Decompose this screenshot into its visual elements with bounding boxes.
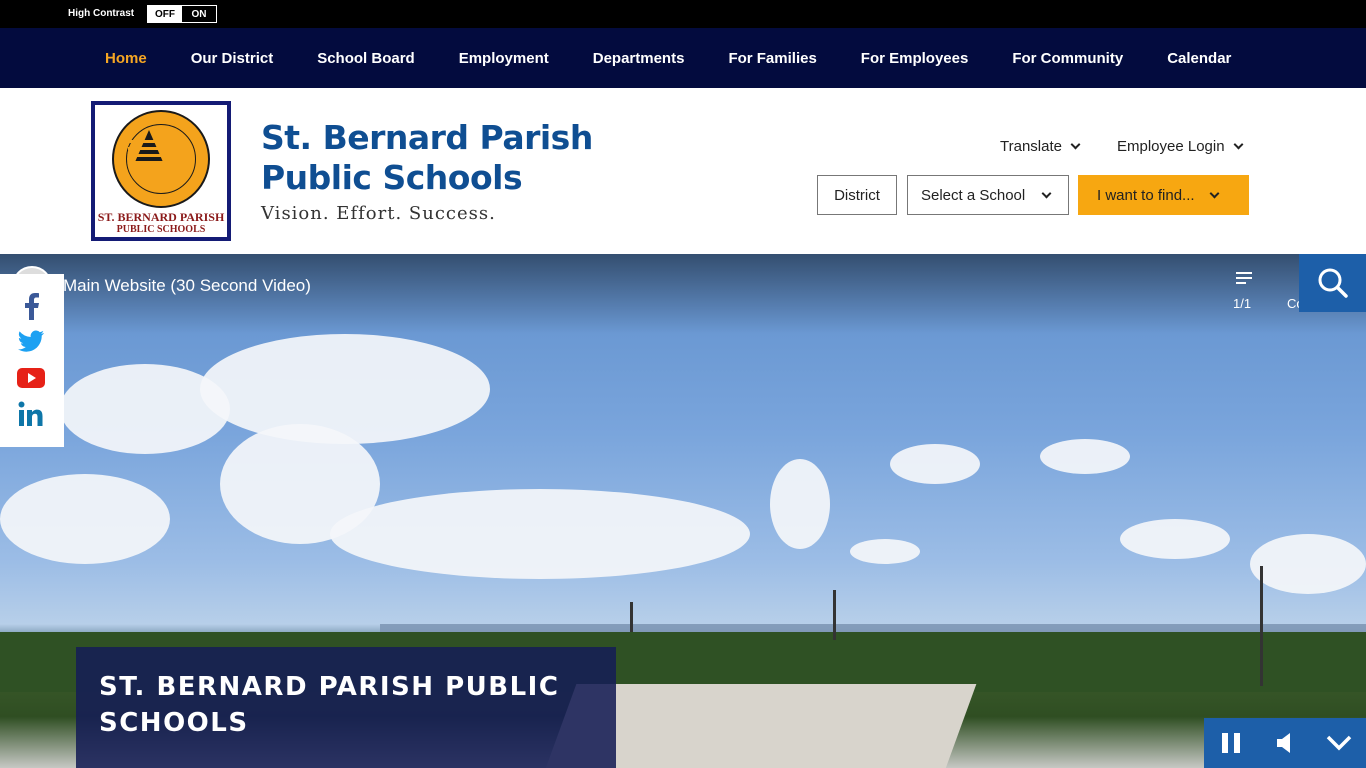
- power-tower: [833, 590, 836, 640]
- i-want-to-find-dropdown[interactable]: I want to find...: [1078, 175, 1249, 215]
- translate-dropdown[interactable]: Translate: [1000, 138, 1081, 155]
- logo-text-line1: ST. BERNARD PARISH: [97, 210, 225, 224]
- chevron-down-icon: [1233, 139, 1244, 150]
- nav-item-our-district[interactable]: Our District: [169, 50, 296, 67]
- high-contrast-toggle[interactable]: OFF ON: [147, 5, 217, 23]
- find-label: I want to find...: [1097, 186, 1195, 204]
- video-controls: [1204, 718, 1366, 768]
- social-links: [0, 274, 64, 447]
- power-tower: [1260, 566, 1263, 686]
- logo-text-line2: PUBLIC SCHOOLS: [116, 224, 206, 235]
- video-title[interactable]: Main Website (30 Second Video): [63, 276, 311, 296]
- nav-item-for-families[interactable]: For Families: [706, 50, 838, 67]
- mute-button[interactable]: [1258, 718, 1312, 768]
- power-tower: [630, 602, 633, 632]
- logo-seal: [112, 110, 210, 208]
- main-nav: Home Our District School Board Employment De…: [0, 28, 1366, 88]
- translate-label: Translate: [1000, 138, 1062, 155]
- nav-item-departments[interactable]: Departments: [571, 50, 707, 67]
- hero-caption-text: ST. BERNARD PARISH PUBLIC SCHOOLS: [99, 672, 560, 738]
- facebook-icon[interactable]: [16, 292, 46, 320]
- nav-item-for-community[interactable]: For Community: [990, 50, 1145, 67]
- district-logo[interactable]: ST. BERNARD PARISH PUBLIC SCHOOLS: [91, 101, 231, 241]
- chevron-down-icon: [1041, 188, 1052, 198]
- nav-item-employment[interactable]: Employment: [437, 50, 571, 67]
- nav-item-for-employees[interactable]: For Employees: [839, 50, 991, 67]
- pause-icon: [1222, 733, 1240, 753]
- playlist-icon[interactable]: [1236, 272, 1252, 286]
- chevron-down-icon: [1326, 735, 1352, 751]
- search-button[interactable]: [1299, 254, 1366, 312]
- search-icon: [1318, 268, 1348, 298]
- twitter-icon[interactable]: [16, 328, 46, 356]
- high-contrast-off[interactable]: OFF: [148, 6, 182, 22]
- utility-bar: High Contrast OFF ON: [0, 0, 1366, 28]
- high-contrast-label: High Contrast: [68, 8, 135, 19]
- district-button[interactable]: District: [817, 175, 897, 215]
- site-title[interactable]: St. Bernard Parish Public Schools: [261, 118, 681, 198]
- pause-button[interactable]: [1204, 718, 1258, 768]
- chevron-down-icon: [1070, 139, 1081, 150]
- employee-login-dropdown[interactable]: Employee Login: [1117, 138, 1244, 155]
- playlist-count: 1/1: [1233, 296, 1252, 311]
- youtube-icon[interactable]: [16, 364, 46, 392]
- site-tagline: Vision. Effort. Success.: [261, 203, 496, 224]
- speaker-icon: [1277, 733, 1290, 753]
- select-school-label: Select a School: [921, 186, 1026, 204]
- linkedin-icon[interactable]: [16, 400, 46, 428]
- nav-item-school-board[interactable]: School Board: [295, 50, 437, 67]
- employee-login-label: Employee Login: [1117, 138, 1225, 155]
- high-contrast-on[interactable]: ON: [182, 6, 216, 22]
- hero-caption: ST. BERNARD PARISH PUBLIC SCHOOLS: [76, 647, 616, 768]
- select-school-dropdown[interactable]: Select a School: [907, 175, 1069, 215]
- chevron-down-icon: [1209, 188, 1220, 198]
- site-header: ST. BERNARD PARISH PUBLIC SCHOOLS St. Be…: [0, 88, 1366, 254]
- nav-item-calendar[interactable]: Calendar: [1145, 50, 1253, 67]
- hero-video[interactable]: Main Website (30 Second Video) 1/1 Co ST…: [0, 254, 1366, 768]
- scroll-down-button[interactable]: [1312, 718, 1366, 768]
- main-nav-list: Home Our District School Board Employment De…: [83, 28, 1253, 88]
- nav-item-home[interactable]: Home: [83, 50, 169, 67]
